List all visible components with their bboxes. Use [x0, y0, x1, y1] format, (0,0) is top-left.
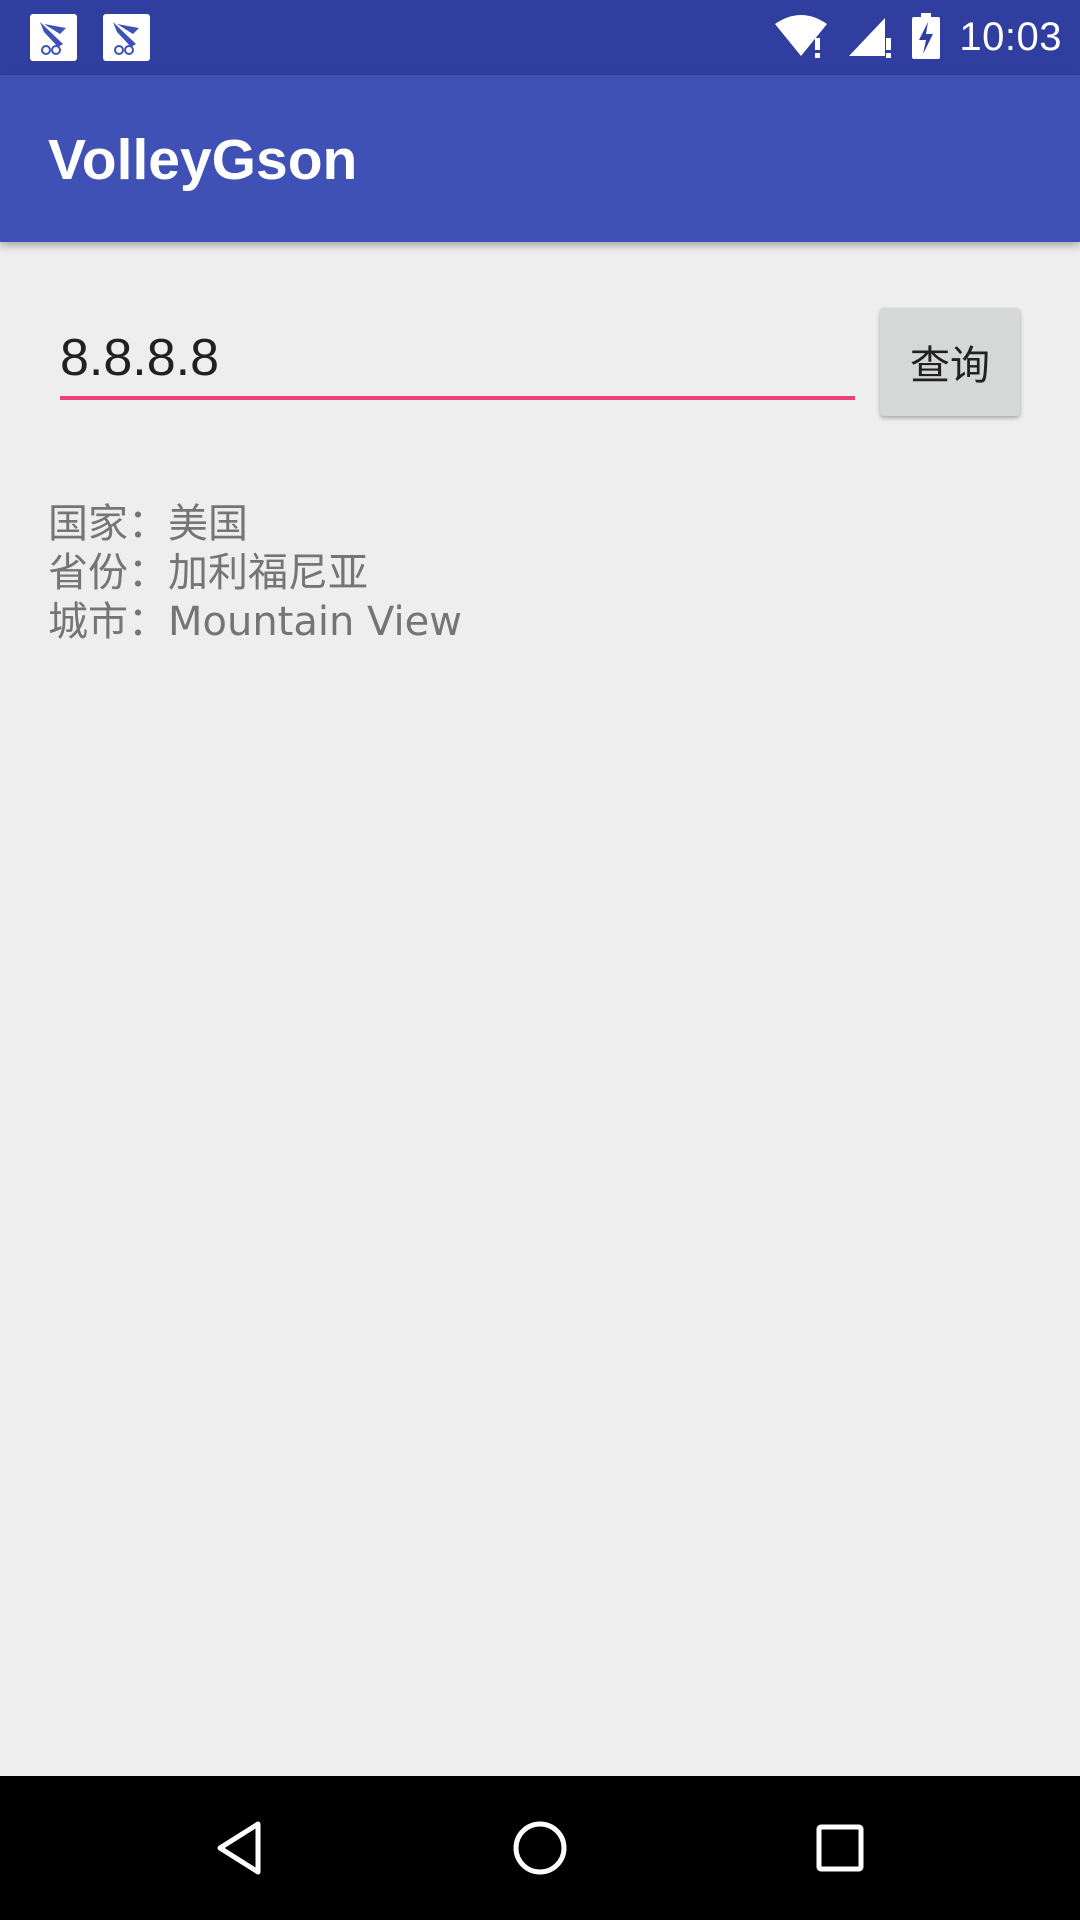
battery-charging-icon: [911, 12, 941, 63]
status-icons: 10:03: [773, 0, 1062, 75]
result-city: 城市：Mountain View: [48, 599, 462, 645]
recents-icon[interactable]: [790, 1798, 890, 1898]
app-title: VolleyGson: [48, 128, 358, 192]
ip-input[interactable]: [60, 320, 855, 400]
app-bar: VolleyGson: [0, 75, 1080, 242]
result-text: 国家：美国 省份：加利福尼亚 城市：Mountain View: [48, 500, 462, 647]
wifi-icon: [773, 14, 829, 62]
home-icon[interactable]: [490, 1798, 590, 1898]
signal-icon: [847, 14, 893, 62]
status-bar: 10:03: [0, 0, 1080, 75]
back-icon[interactable]: [190, 1798, 290, 1898]
status-time: 10:03: [959, 15, 1062, 59]
query-button[interactable]: 查询: [880, 308, 1020, 416]
app-notification-icon: [103, 14, 150, 61]
result-province: 省份：加利福尼亚: [48, 550, 368, 596]
app-notification-icon: [30, 14, 77, 61]
result-country: 国家：美国: [48, 501, 248, 547]
navigation-bar: [0, 1776, 1080, 1920]
